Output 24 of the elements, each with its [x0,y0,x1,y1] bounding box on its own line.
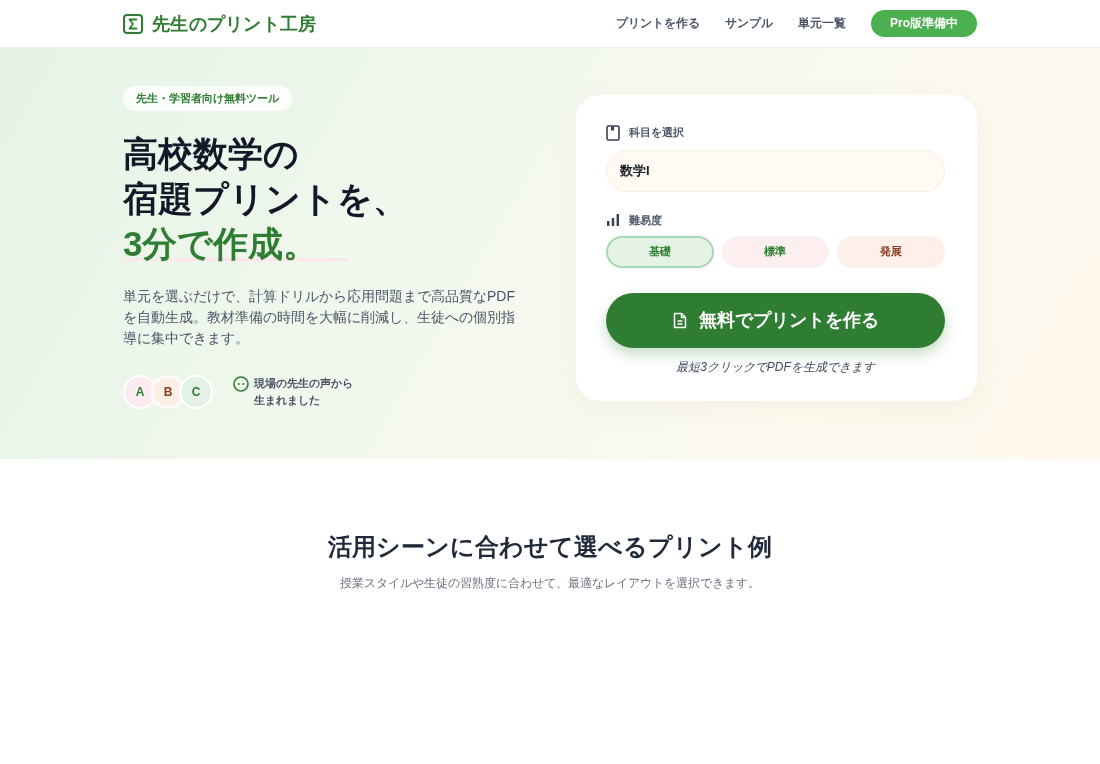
create-print-button[interactable]: 無料でプリントを作る [606,292,945,348]
book-icon [606,124,620,141]
subject-select[interactable]: 数学I [606,149,945,192]
testimonial-text: 現場の先生の声から生まれました [254,376,354,408]
smiley-icon [233,376,249,392]
avatar: C [179,375,213,409]
sigma-logo-icon [123,13,143,34]
difficulty-option[interactable]: 発展 [837,235,945,268]
subject-label: 科目を選択 [629,125,684,140]
nav-link[interactable]: 単元一覧 [798,15,846,32]
section-subtitle: 授業スタイルや生徒の習熟度に合わせて、最適なレイアウトを選択できます。 [339,575,761,592]
difficulty-option[interactable]: 標準 [721,235,830,268]
section-title: 活用シーンに合わせて選べるプリント例 [327,532,773,562]
hero-badge: 先生・学習者向け無料ツール [123,86,292,111]
bar-chart-icon [606,213,620,227]
nav-link[interactable]: サンプル [725,15,773,32]
form-note: 最短3クリックでPDFを生成できます [676,358,875,375]
nav-link[interactable]: プリントを作る [616,15,700,32]
difficulty-option[interactable]: 基礎 [606,235,714,268]
difficulty-label: 難易度 [629,212,662,228]
hero-description: 単元を選ぶだけで、計算ドリルから応用問題まで高品質なPDFを自動生成。教材準備の時間を大幅に削減し、生徒への個別指導に集中できます。 [123,287,515,348]
site-logo[interactable]: 先生のプリント工房 [152,11,317,36]
document-icon [672,311,687,329]
hero-heading: 高校数学の 宿題プリントを、 3分で作成。 [123,133,408,265]
